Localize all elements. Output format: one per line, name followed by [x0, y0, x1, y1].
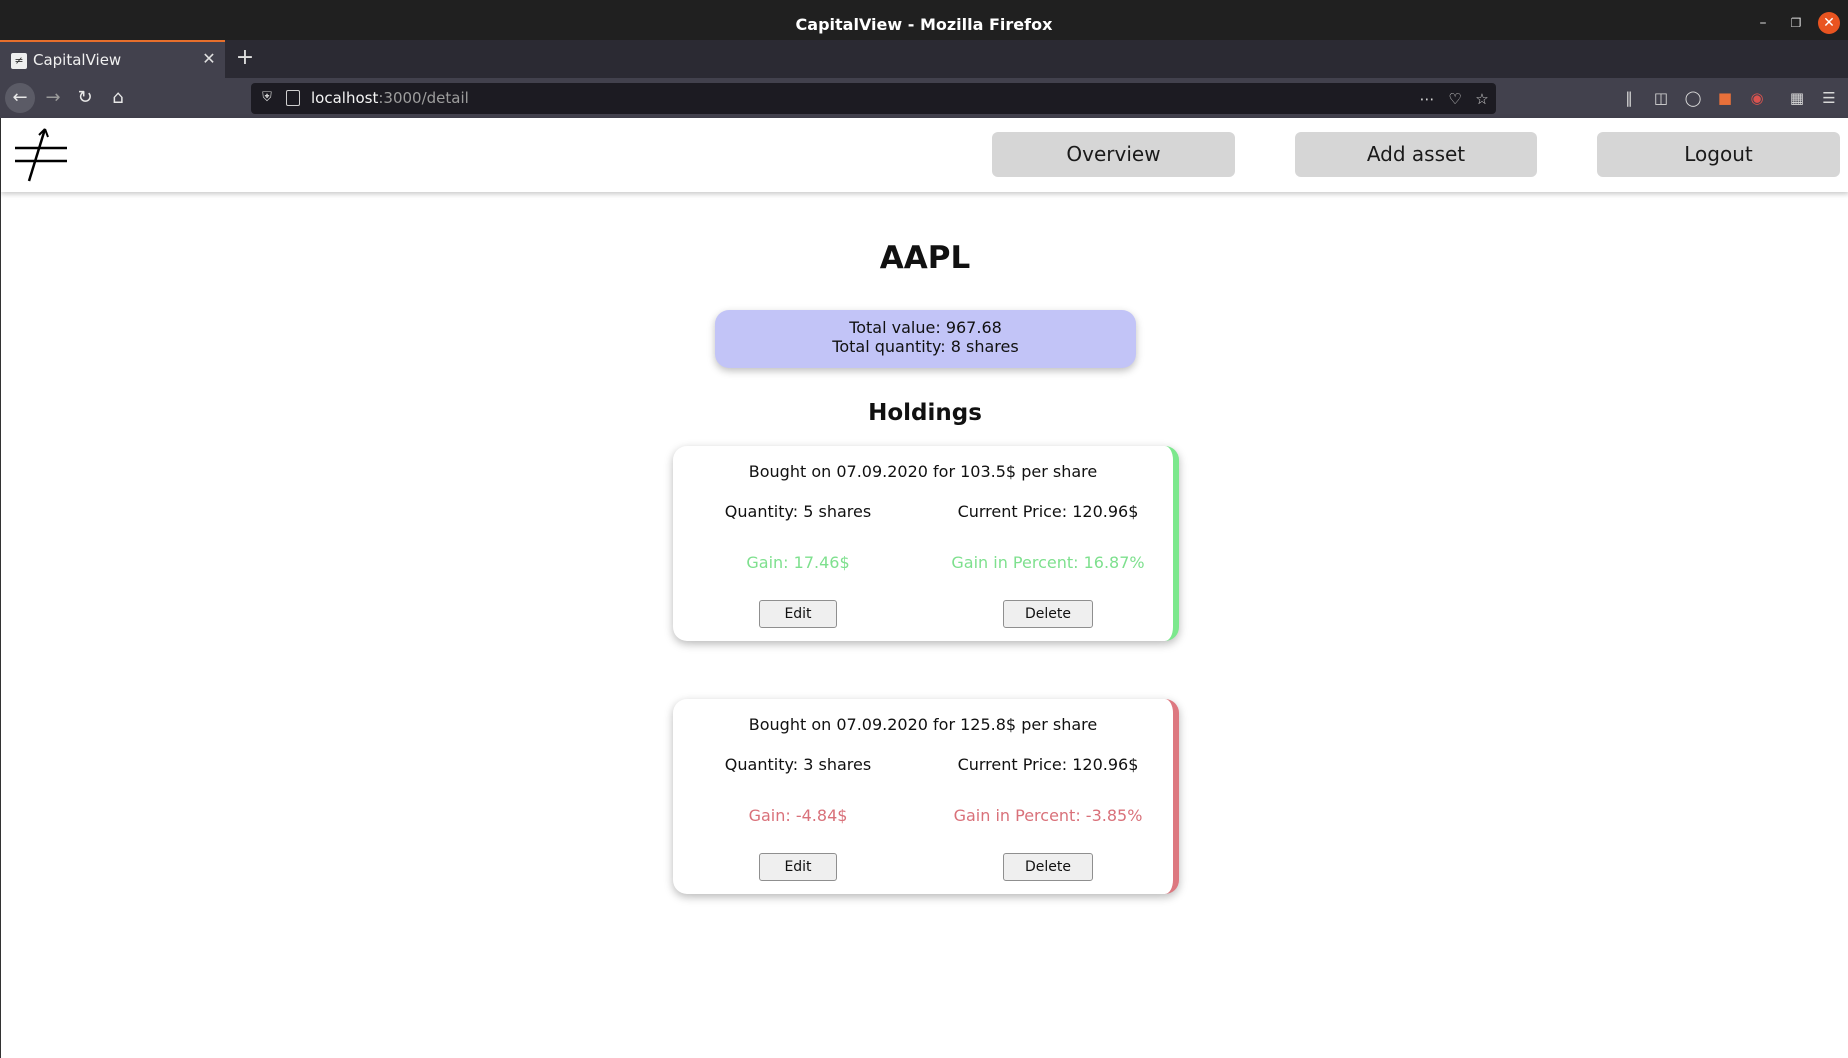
- tab-capitalview[interactable]: ≠ CapitalView ✕: [0, 40, 225, 78]
- app-header: Overview Add asset Logout: [1, 118, 1848, 192]
- holding-card: Bought on 07.09.2020 for 125.8$ per shar…: [673, 699, 1179, 894]
- holding-bought-info: Bought on 07.09.2020 for 103.5$ per shar…: [748, 462, 1098, 481]
- total-value: Total value: 967.68: [849, 318, 1002, 337]
- page-icon[interactable]: [286, 90, 300, 106]
- url-text[interactable]: localhost:3000/detail: [311, 89, 469, 107]
- maximize-icon[interactable]: ❐: [1785, 12, 1807, 34]
- extension-icon[interactable]: ■: [1714, 87, 1736, 109]
- forward-icon[interactable]: →: [38, 83, 68, 113]
- holding-gain-percent: Gain in Percent: -3.85%: [953, 806, 1143, 825]
- more-icon[interactable]: ⋯: [1416, 88, 1438, 110]
- tab-bar: ≠ CapitalView ✕ +: [0, 40, 1848, 78]
- window-title: CapitalView - Mozilla Firefox: [795, 15, 1053, 34]
- holding-current-price: Current Price: 120.96$: [957, 502, 1139, 521]
- back-icon[interactable]: ←: [5, 83, 35, 113]
- tab-label: CapitalView: [33, 51, 122, 69]
- url-host: localhost: [311, 89, 379, 107]
- holding-gain-percent: Gain in Percent: 16.87%: [951, 553, 1145, 572]
- close-window-icon[interactable]: ✕: [1818, 12, 1840, 34]
- holding-gain: Gain: -4.84$: [748, 806, 848, 825]
- delete-holding-button[interactable]: Delete: [1003, 600, 1093, 628]
- total-quantity: Total quantity: 8 shares: [832, 337, 1019, 356]
- holding-card: Bought on 07.09.2020 for 103.5$ per shar…: [673, 446, 1179, 641]
- new-tab-icon[interactable]: +: [232, 46, 258, 72]
- reload-icon[interactable]: ↻: [70, 83, 100, 113]
- holding-gain: Gain: 17.46$: [746, 553, 850, 572]
- sidebar-icon[interactable]: ◫: [1650, 87, 1672, 109]
- asset-symbol-heading: AAPL: [879, 240, 971, 276]
- overview-button[interactable]: Overview: [992, 132, 1235, 177]
- asset-summary-box: Total value: 967.68 Total quantity: 8 sh…: [715, 310, 1136, 368]
- url-path: :3000/detail: [378, 89, 469, 107]
- favicon-icon: ≠: [11, 53, 27, 69]
- delete-holding-button[interactable]: Delete: [1003, 853, 1093, 881]
- home-icon[interactable]: ⌂: [103, 83, 133, 113]
- minimize-icon[interactable]: –: [1752, 12, 1774, 34]
- pocket-icon[interactable]: ♡: [1444, 88, 1466, 110]
- holding-bought-info: Bought on 07.09.2020 for 125.8$ per shar…: [748, 715, 1098, 734]
- account-icon[interactable]: ◯: [1682, 87, 1704, 109]
- edit-holding-button[interactable]: Edit: [759, 853, 837, 881]
- edit-holding-button[interactable]: Edit: [759, 600, 837, 628]
- menu-icon[interactable]: ☰: [1818, 87, 1840, 109]
- logout-button[interactable]: Logout: [1597, 132, 1840, 177]
- close-tab-icon[interactable]: ✕: [198, 48, 220, 70]
- bookmark-star-icon[interactable]: ☆: [1471, 88, 1493, 110]
- holding-current-price: Current Price: 120.96$: [957, 755, 1139, 774]
- extension-icon[interactable]: ◉: [1746, 87, 1768, 109]
- holding-quantity: Quantity: 3 shares: [724, 755, 872, 774]
- shield-icon[interactable]: ⛨: [259, 90, 275, 106]
- logo-icon[interactable]: [11, 126, 71, 184]
- holdings-heading: Holdings: [868, 400, 982, 426]
- extensions-icon[interactable]: ▦: [1786, 87, 1808, 109]
- navigation-toolbar: ← → ↻ ⌂ ⛨ localhost:3000/detail ⋯ ♡ ☆ ‖ …: [0, 78, 1848, 118]
- add-asset-button[interactable]: Add asset: [1295, 132, 1537, 177]
- page-viewport: Overview Add asset Logout AAPL Total val…: [0, 118, 1848, 1058]
- library-icon[interactable]: ‖: [1618, 87, 1640, 109]
- holding-quantity: Quantity: 5 shares: [724, 502, 872, 521]
- url-bar[interactable]: ⛨ localhost:3000/detail ⋯ ♡ ☆: [251, 83, 1496, 114]
